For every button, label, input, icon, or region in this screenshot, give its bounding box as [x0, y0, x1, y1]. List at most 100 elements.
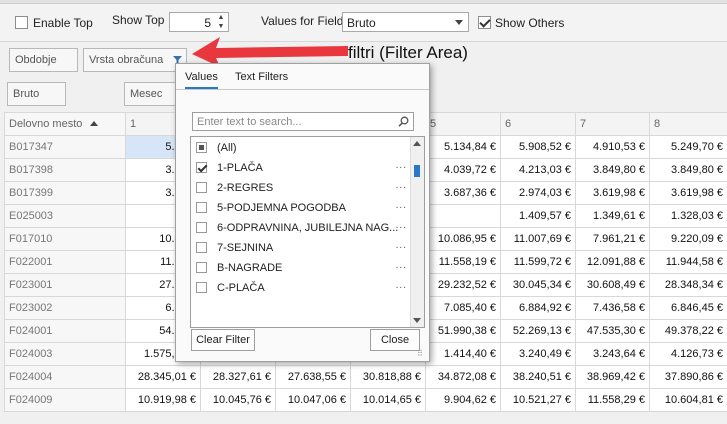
value-cell[interactable]: 11.599,72 € — [500, 250, 576, 274]
row-header-cell[interactable]: E025003 — [4, 204, 126, 228]
values-for-field-select[interactable]: Bruto — [342, 12, 469, 32]
value-cell[interactable]: 47.535,30 € — [575, 319, 650, 343]
column-header[interactable]: 5 — [425, 112, 501, 136]
filter-values-list[interactable]: (All) 1-PLAČA... 2-REGRES... 5-PODJEMNA POG… — [190, 136, 425, 328]
value-cell[interactable]: 38.240,51 € — [500, 365, 576, 389]
row-header-cell[interactable]: B017399 — [4, 181, 126, 205]
value-cell[interactable]: 5.908,52 € — [500, 135, 576, 159]
value-cell[interactable]: 3.687,36 € — [425, 181, 501, 205]
filter-list-scrollbar[interactable] — [410, 137, 424, 327]
value-cell[interactable]: 4.039,72 € — [425, 158, 501, 182]
filter-item-more[interactable]: ... — [396, 220, 407, 231]
filter-item-checkbox[interactable] — [196, 262, 207, 273]
row-header-cell[interactable]: B017347 — [4, 135, 126, 159]
row-header-cell[interactable]: F024003 — [4, 342, 126, 366]
filter-list-item[interactable]: 2-REGRES... — [191, 178, 411, 198]
value-cell[interactable]: 29.232,52 € — [425, 273, 501, 297]
value-cell[interactable]: 3.243,64 € — [575, 342, 650, 366]
value-cell[interactable]: 1.414,40 € — [425, 342, 501, 366]
filter-list-item[interactable]: 1-PLAČA... — [191, 158, 411, 178]
filter-item-more[interactable]: ... — [396, 160, 407, 171]
close-button[interactable]: Close — [370, 329, 420, 351]
enable-top-checkbox[interactable] — [15, 16, 28, 29]
filter-list-item[interactable]: 5-PODJEMNA POGODBA... — [191, 198, 411, 218]
value-cell[interactable]: 3.619,98 € — [649, 181, 727, 205]
value-cell[interactable]: 4.910,53 € — [575, 135, 650, 159]
value-cell[interactable]: 3.619,98 € — [575, 181, 650, 205]
value-cell[interactable]: 52.269,13 € — [500, 319, 576, 343]
value-cell[interactable]: 11.558,29 € — [575, 388, 650, 412]
filter-item-checkbox[interactable] — [196, 162, 207, 173]
clear-filter-button[interactable]: Clear Filter — [191, 329, 255, 351]
value-cell[interactable]: 3.240,49 € — [500, 342, 576, 366]
spin-up-icon[interactable]: ▲ — [216, 13, 226, 22]
value-cell[interactable]: 34.872,08 € — [425, 365, 501, 389]
value-cell[interactable]: 5.134,84 € — [425, 135, 501, 159]
value-cell[interactable]: 6.884,92 € — [500, 296, 576, 320]
value-cell[interactable]: 10.047,06 € — [275, 388, 351, 412]
field-bruto[interactable]: Bruto — [7, 82, 66, 106]
scroll-up-icon[interactable] — [413, 141, 421, 146]
value-cell[interactable]: 28.327,61 € — [200, 365, 276, 389]
column-header[interactable]: 6 — [500, 112, 576, 136]
value-cell[interactable]: 10.604,81 € — [649, 388, 727, 412]
value-cell[interactable]: 11.558,19 € — [425, 250, 501, 274]
row-header-cell[interactable]: F022001 — [4, 250, 126, 274]
filter-item-checkbox[interactable] — [196, 222, 207, 233]
tab-text-filters[interactable]: Text Filters — [235, 71, 288, 83]
value-cell[interactable]: 7.436,58 € — [575, 296, 650, 320]
value-cell[interactable]: 9.904,62 € — [425, 388, 501, 412]
value-cell[interactable]: 5.249,70 € — [649, 135, 727, 159]
field-obdobje[interactable]: Obdobje — [9, 48, 78, 72]
value-cell[interactable]: 38.969,42 € — [575, 365, 650, 389]
row-header-cell[interactable]: F024004 — [4, 365, 126, 389]
filter-item-checkbox[interactable] — [196, 242, 207, 253]
value-cell[interactable]: 11.007,69 € — [500, 227, 576, 251]
show-others-checkbox[interactable] — [478, 16, 491, 29]
filter-item-more[interactable]: ... — [396, 260, 407, 271]
tab-values[interactable]: Values — [185, 71, 218, 89]
filter-list-item[interactable]: 6-ODPRAVNINA, JUBILEJNA NAG...... — [191, 218, 411, 238]
filter-item-checkbox[interactable] — [196, 282, 207, 293]
value-cell[interactable]: 11.944,58 € — [649, 250, 727, 274]
filter-item-more[interactable]: ... — [396, 240, 407, 251]
value-cell[interactable]: 9.220,09 € — [649, 227, 727, 251]
value-cell[interactable]: 37.890,86 € — [649, 365, 727, 389]
value-cell[interactable]: 2.974,03 € — [500, 181, 576, 205]
value-cell[interactable]: 10.521,27 € — [500, 388, 576, 412]
value-cell[interactable]: 7.085,40 € — [425, 296, 501, 320]
scroll-thumb[interactable] — [414, 165, 420, 177]
value-cell[interactable]: 30.818,88 € — [350, 365, 426, 389]
filter-item-more[interactable]: ... — [396, 180, 407, 191]
value-cell[interactable]: 10.919,98 € — [125, 388, 201, 412]
value-cell[interactable]: 30.608,49 € — [575, 273, 650, 297]
spin-down-icon[interactable]: ▼ — [216, 22, 226, 31]
value-cell[interactable]: 28.348,34 € — [649, 273, 727, 297]
value-cell[interactable]: 3.849,80 € — [649, 158, 727, 182]
value-cell[interactable]: 30.045,34 € — [500, 273, 576, 297]
value-cell[interactable]: 51.990,38 € — [425, 319, 501, 343]
scroll-down-icon[interactable] — [413, 318, 421, 323]
value-cell[interactable]: 3.849,80 € — [575, 158, 650, 182]
sort-ascending-icon[interactable] — [90, 121, 99, 126]
row-header-cell[interactable]: F024009 — [4, 388, 126, 412]
value-cell[interactable]: 1.328,03 € — [649, 204, 727, 228]
filter-item-checkbox[interactable] — [196, 142, 207, 153]
filter-list-item[interactable]: (All) — [191, 138, 411, 158]
filter-list-item[interactable]: 7-SEJNINA... — [191, 238, 411, 258]
row-header-cell[interactable]: F023001 — [4, 273, 126, 297]
row-header-cell[interactable]: F023002 — [4, 296, 126, 320]
value-cell[interactable]: 12.091,88 € — [575, 250, 650, 274]
field-vrsta-obracuna[interactable]: Vrsta obračuna — [83, 48, 187, 72]
filter-list-item[interactable]: B-NAGRADE... — [191, 258, 411, 278]
row-header-cell[interactable]: F017010 — [4, 227, 126, 251]
value-cell[interactable] — [425, 204, 501, 228]
filter-item-more[interactable]: ... — [396, 280, 407, 291]
value-cell[interactable]: 27.638,55 € — [275, 365, 351, 389]
filter-search-input[interactable]: Enter text to search... — [192, 112, 414, 131]
value-cell[interactable]: 4.213,03 € — [500, 158, 576, 182]
filter-item-checkbox[interactable] — [196, 202, 207, 213]
row-header-cell[interactable]: B017398 — [4, 158, 126, 182]
value-cell[interactable]: 10.086,95 € — [425, 227, 501, 251]
show-top-spinner[interactable]: 5 ▲ ▼ — [169, 12, 229, 32]
